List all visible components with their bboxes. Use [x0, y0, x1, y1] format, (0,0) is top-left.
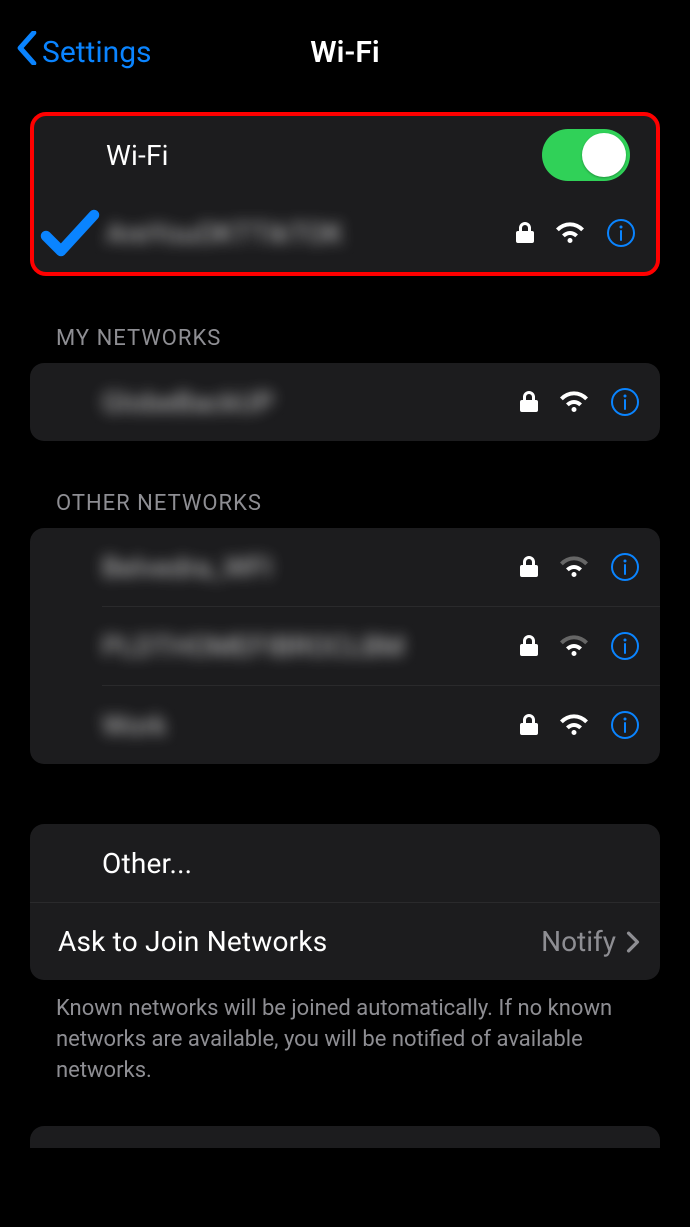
info-icon[interactable] — [610, 631, 640, 661]
wifi-toggle-card: Wi-Fi AreYouOKTTikTOK — [30, 112, 660, 276]
nav-bar: Settings Wi-Fi — [0, 0, 690, 100]
back-button[interactable]: Settings — [16, 31, 152, 73]
chevron-right-icon — [626, 931, 640, 953]
lock-icon — [520, 635, 538, 657]
check-icon — [34, 197, 106, 269]
ask-to-join-label: Ask to Join Networks — [30, 925, 541, 958]
lock-icon — [520, 714, 538, 736]
network-row[interactable]: GlobeBackUP — [30, 363, 660, 441]
my-networks-card: GlobeBackUP — [30, 363, 660, 441]
wifi-icon — [558, 634, 590, 658]
other-label: Other... — [102, 847, 640, 880]
network-icons — [520, 552, 640, 582]
connected-network-row[interactable]: AreYouOKTTikTOK — [34, 194, 656, 272]
wifi-toggle[interactable] — [542, 129, 630, 181]
lock-icon — [516, 222, 534, 244]
partial-card — [30, 1126, 660, 1148]
network-name: PLDTHOMEFIBROCLBM — [102, 630, 520, 663]
other-networks-card: Belvedra_WFI PLDTHOMEFIBROCLBM Work — [30, 528, 660, 764]
network-row[interactable]: Work — [30, 686, 660, 764]
lock-icon — [520, 391, 538, 413]
lock-icon — [520, 556, 538, 578]
network-icons — [520, 710, 640, 740]
wifi-icon — [554, 221, 586, 245]
other-networks-header: OTHER NETWORKS — [56, 491, 690, 516]
back-label: Settings — [42, 35, 152, 70]
network-row[interactable]: Belvedra_WFI — [30, 528, 660, 606]
connected-network-name: AreYouOKTTikTOK — [106, 217, 516, 250]
info-icon[interactable] — [606, 218, 636, 248]
other-options-card: Other... Ask to Join Networks Notify — [30, 824, 660, 980]
network-icons — [520, 631, 640, 661]
page-title: Wi-Fi — [310, 35, 379, 70]
info-icon[interactable] — [610, 552, 640, 582]
wifi-icon — [558, 390, 590, 414]
footer-note: Known networks will be joined automatica… — [56, 994, 634, 1086]
chevron-left-icon — [16, 31, 38, 73]
network-row[interactable]: PLDTHOMEFIBROCLBM — [30, 607, 660, 685]
ask-to-join-value: Notify — [541, 925, 616, 958]
toggle-knob — [582, 133, 626, 177]
ask-to-join-row[interactable]: Ask to Join Networks Notify — [30, 902, 660, 980]
network-name: Belvedra_WFI — [102, 551, 520, 584]
info-icon[interactable] — [610, 710, 640, 740]
info-icon[interactable] — [610, 387, 640, 417]
network-name: GlobeBackUP — [102, 386, 520, 419]
wifi-toggle-row[interactable]: Wi-Fi — [34, 116, 656, 194]
network-name: Work — [102, 709, 520, 742]
my-networks-header: MY NETWORKS — [56, 326, 690, 351]
network-icons — [516, 218, 636, 248]
wifi-icon — [558, 555, 590, 579]
wifi-toggle-label: Wi-Fi — [106, 139, 542, 172]
network-icons — [520, 387, 640, 417]
other-network-row[interactable]: Other... — [30, 824, 660, 902]
wifi-icon — [558, 713, 590, 737]
